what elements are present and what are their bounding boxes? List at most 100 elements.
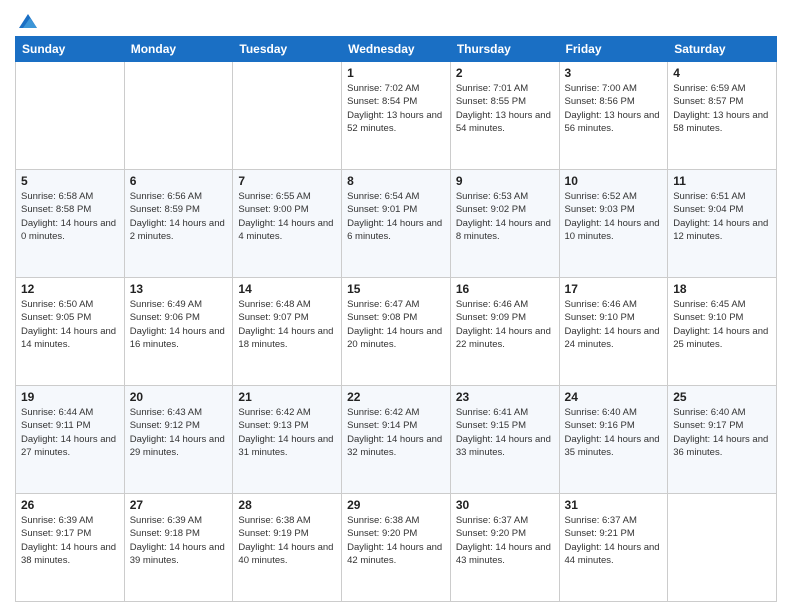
day-number: 15 xyxy=(347,282,445,296)
day-number: 9 xyxy=(456,174,554,188)
day-info: Sunrise: 6:58 AM Sunset: 8:58 PM Dayligh… xyxy=(21,190,119,243)
day-number: 16 xyxy=(456,282,554,296)
day-cell xyxy=(124,62,233,170)
day-cell: 22Sunrise: 6:42 AM Sunset: 9:14 PM Dayli… xyxy=(342,386,451,494)
day-info: Sunrise: 6:38 AM Sunset: 9:19 PM Dayligh… xyxy=(238,514,336,567)
day-cell: 3 Sunrise: 7:00 AM Sunset: 8:56 PM Daylig… xyxy=(559,62,668,170)
day-info: Sunrise: 6:37 AM Sunset: 9:20 PM Dayligh… xyxy=(456,514,554,567)
day-cell: 13 Sunrise: 6:49 AM Sunset: 9:06 PM Dayli… xyxy=(124,278,233,386)
day-number: 26 xyxy=(21,498,119,512)
day-cell: 20 Sunrise: 6:43 AM Sunset: 9:12 PM Dayli… xyxy=(124,386,233,494)
day-info: Sunrise: 6:43 AM Sunset: 9:12 PM Dayligh… xyxy=(130,406,228,459)
day-number: 2 xyxy=(456,66,554,80)
week-row-3: 12 Sunrise: 6:50 AM Sunset: 9:05 PM Dayli… xyxy=(16,278,777,386)
day-cell xyxy=(233,62,342,170)
day-number: 7 xyxy=(238,174,336,188)
page: SundayMondayTuesdayWednesdayThursdayFrid… xyxy=(0,0,792,612)
day-number: 20 xyxy=(130,390,228,404)
day-info: Sunrise: 6:41 AM Sunset: 9:15 PM Dayligh… xyxy=(456,406,554,459)
day-cell: 29 Sunrise: 6:38 AM Sunset: 9:20 PM Dayli… xyxy=(342,494,451,602)
day-number: 4 xyxy=(673,66,771,80)
week-row-5: 26 Sunrise: 6:39 AM Sunset: 9:17 PM Dayli… xyxy=(16,494,777,602)
day-cell: 19 Sunrise: 6:44 AM Sunset: 9:11 PM Dayli… xyxy=(16,386,125,494)
day-info: Sunrise: 7:00 AM Sunset: 8:56 PM Dayligh… xyxy=(565,82,663,135)
day-cell: 30 Sunrise: 6:37 AM Sunset: 9:20 PM Dayli… xyxy=(450,494,559,602)
day-number: 6 xyxy=(130,174,228,188)
day-number: 21 xyxy=(238,390,336,404)
day-number: 3 xyxy=(565,66,663,80)
day-info: Sunrise: 6:48 AM Sunset: 9:07 PM Dayligh… xyxy=(238,298,336,351)
header-cell-wednesday: Wednesday xyxy=(342,37,451,62)
header-cell-sunday: Sunday xyxy=(16,37,125,62)
day-cell: 14 Sunrise: 6:48 AM Sunset: 9:07 PM Dayli… xyxy=(233,278,342,386)
day-cell: 15 Sunrise: 6:47 AM Sunset: 9:08 PM Dayli… xyxy=(342,278,451,386)
day-number: 8 xyxy=(347,174,445,188)
header-cell-tuesday: Tuesday xyxy=(233,37,342,62)
day-info: Sunrise: 6:42 AM Sunset: 9:13 PM Dayligh… xyxy=(238,406,336,459)
day-cell: 23Sunrise: 6:41 AM Sunset: 9:15 PM Dayli… xyxy=(450,386,559,494)
day-cell: 12 Sunrise: 6:50 AM Sunset: 9:05 PM Dayli… xyxy=(16,278,125,386)
day-info: Sunrise: 6:44 AM Sunset: 9:11 PM Dayligh… xyxy=(21,406,119,459)
day-info: Sunrise: 6:53 AM Sunset: 9:02 PM Dayligh… xyxy=(456,190,554,243)
day-info: Sunrise: 6:54 AM Sunset: 9:01 PM Dayligh… xyxy=(347,190,445,243)
header-row: SundayMondayTuesdayWednesdayThursdayFrid… xyxy=(16,37,777,62)
day-info: Sunrise: 6:46 AM Sunset: 9:09 PM Dayligh… xyxy=(456,298,554,351)
day-number: 31 xyxy=(565,498,663,512)
day-info: Sunrise: 6:38 AM Sunset: 9:20 PM Dayligh… xyxy=(347,514,445,567)
day-cell: 21 Sunrise: 6:42 AM Sunset: 9:13 PM Dayli… xyxy=(233,386,342,494)
day-number: 5 xyxy=(21,174,119,188)
day-cell: 27 Sunrise: 6:39 AM Sunset: 9:18 PM Dayli… xyxy=(124,494,233,602)
day-number: 24 xyxy=(565,390,663,404)
day-number: 12 xyxy=(21,282,119,296)
header-cell-friday: Friday xyxy=(559,37,668,62)
day-cell: 18 Sunrise: 6:45 AM Sunset: 9:10 PM Dayli… xyxy=(668,278,777,386)
day-number: 22 xyxy=(347,390,445,404)
day-cell: 31Sunrise: 6:37 AM Sunset: 9:21 PM Dayli… xyxy=(559,494,668,602)
day-cell: 16 Sunrise: 6:46 AM Sunset: 9:09 PM Dayli… xyxy=(450,278,559,386)
day-number: 28 xyxy=(238,498,336,512)
day-cell: 28 Sunrise: 6:38 AM Sunset: 9:19 PM Dayli… xyxy=(233,494,342,602)
week-row-2: 5 Sunrise: 6:58 AM Sunset: 8:58 PM Daylig… xyxy=(16,170,777,278)
day-cell: 24 Sunrise: 6:40 AM Sunset: 9:16 PM Dayli… xyxy=(559,386,668,494)
day-info: Sunrise: 6:47 AM Sunset: 9:08 PM Dayligh… xyxy=(347,298,445,351)
day-cell: 8 Sunrise: 6:54 AM Sunset: 9:01 PM Daylig… xyxy=(342,170,451,278)
day-number: 30 xyxy=(456,498,554,512)
day-cell: 17 Sunrise: 6:46 AM Sunset: 9:10 PM Dayli… xyxy=(559,278,668,386)
day-info: Sunrise: 6:56 AM Sunset: 8:59 PM Dayligh… xyxy=(130,190,228,243)
logo-icon xyxy=(17,10,39,32)
day-number: 13 xyxy=(130,282,228,296)
day-cell: 9 Sunrise: 6:53 AM Sunset: 9:02 PM Daylig… xyxy=(450,170,559,278)
day-info: Sunrise: 6:59 AM Sunset: 8:57 PM Dayligh… xyxy=(673,82,771,135)
day-cell: 4 Sunrise: 6:59 AM Sunset: 8:57 PM Daylig… xyxy=(668,62,777,170)
day-info: Sunrise: 6:46 AM Sunset: 9:10 PM Dayligh… xyxy=(565,298,663,351)
day-info: Sunrise: 7:01 AM Sunset: 8:55 PM Dayligh… xyxy=(456,82,554,135)
week-row-1: 1Sunrise: 7:02 AM Sunset: 8:54 PM Daylig… xyxy=(16,62,777,170)
day-cell: 25 Sunrise: 6:40 AM Sunset: 9:17 PM Dayli… xyxy=(668,386,777,494)
day-cell xyxy=(668,494,777,602)
day-number: 17 xyxy=(565,282,663,296)
day-info: Sunrise: 6:39 AM Sunset: 9:18 PM Dayligh… xyxy=(130,514,228,567)
day-cell: 2 Sunrise: 7:01 AM Sunset: 8:55 PM Daylig… xyxy=(450,62,559,170)
day-number: 14 xyxy=(238,282,336,296)
day-number: 25 xyxy=(673,390,771,404)
calendar-table: SundayMondayTuesdayWednesdayThursdayFrid… xyxy=(15,36,777,602)
week-row-4: 19 Sunrise: 6:44 AM Sunset: 9:11 PM Dayli… xyxy=(16,386,777,494)
day-number: 19 xyxy=(21,390,119,404)
day-info: Sunrise: 6:51 AM Sunset: 9:04 PM Dayligh… xyxy=(673,190,771,243)
day-info: Sunrise: 7:02 AM Sunset: 8:54 PM Dayligh… xyxy=(347,82,445,135)
day-number: 10 xyxy=(565,174,663,188)
day-info: Sunrise: 6:49 AM Sunset: 9:06 PM Dayligh… xyxy=(130,298,228,351)
day-info: Sunrise: 6:50 AM Sunset: 9:05 PM Dayligh… xyxy=(21,298,119,351)
day-number: 18 xyxy=(673,282,771,296)
day-info: Sunrise: 6:40 AM Sunset: 9:16 PM Dayligh… xyxy=(565,406,663,459)
header-cell-thursday: Thursday xyxy=(450,37,559,62)
day-cell: 1Sunrise: 7:02 AM Sunset: 8:54 PM Daylig… xyxy=(342,62,451,170)
day-info: Sunrise: 6:40 AM Sunset: 9:17 PM Dayligh… xyxy=(673,406,771,459)
day-cell: 6 Sunrise: 6:56 AM Sunset: 8:59 PM Daylig… xyxy=(124,170,233,278)
day-number: 27 xyxy=(130,498,228,512)
day-cell: 26 Sunrise: 6:39 AM Sunset: 9:17 PM Dayli… xyxy=(16,494,125,602)
day-info: Sunrise: 6:45 AM Sunset: 9:10 PM Dayligh… xyxy=(673,298,771,351)
day-info: Sunrise: 6:39 AM Sunset: 9:17 PM Dayligh… xyxy=(21,514,119,567)
day-cell: 10Sunrise: 6:52 AM Sunset: 9:03 PM Dayli… xyxy=(559,170,668,278)
day-number: 29 xyxy=(347,498,445,512)
